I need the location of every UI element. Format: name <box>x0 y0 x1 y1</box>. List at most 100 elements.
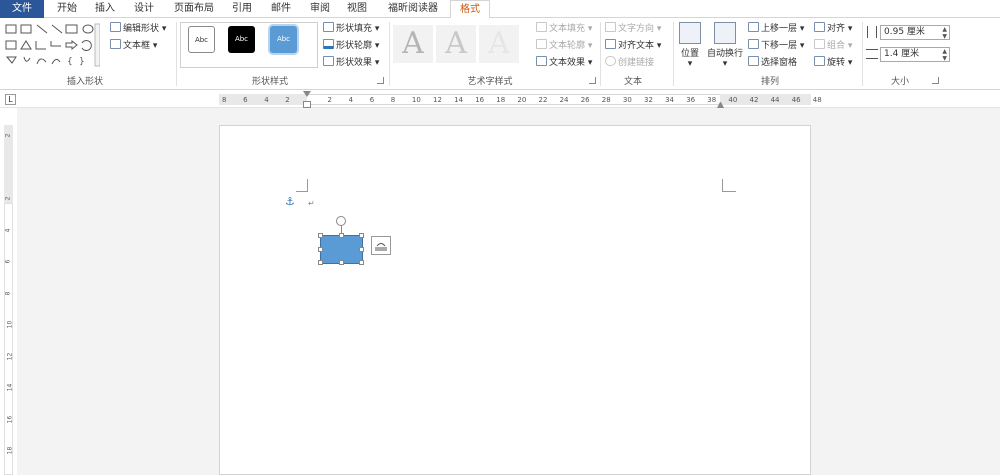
width-input[interactable]: 1.4 厘米 ▲ ▼ <box>880 47 950 62</box>
send-backward-button[interactable]: 下移一层 ▾ <box>748 39 804 53</box>
send-backward-icon <box>748 39 759 49</box>
align-text-icon <box>605 39 616 49</box>
anchor-icon[interactable]: ⚓ <box>285 195 295 208</box>
ruler-tick-label: 22 <box>538 96 548 104</box>
ruler-tick-label: 30 <box>622 96 632 104</box>
shape-fill-button[interactable]: 形状填充 ▾ <box>323 22 379 36</box>
document-page[interactable]: ⚓ ↵ <box>219 125 811 475</box>
tab-design[interactable]: 设计 <box>127 0 161 18</box>
resize-handle[interactable] <box>359 260 364 265</box>
resize-handle[interactable] <box>339 260 344 265</box>
spin-arrows-icon[interactable]: ▲ ▼ <box>942 48 947 62</box>
tab-review[interactable]: 审阅 <box>303 0 337 18</box>
tab-view[interactable]: 视图 <box>340 0 374 18</box>
text-effects-button[interactable]: 文本效果 ▾ <box>536 56 592 70</box>
width-icon <box>866 49 878 59</box>
ruler-tick-label: 16 <box>6 415 14 423</box>
group-label-shape-styles: 形状样式 <box>251 77 288 87</box>
shape-effects-icon <box>323 56 334 66</box>
resize-handle[interactable] <box>339 233 344 238</box>
group-divider <box>673 22 674 86</box>
text-box-button[interactable]: 文本框 ▾ <box>110 39 157 53</box>
ruler-tick-label: 2 <box>285 96 290 104</box>
position-icon <box>679 22 701 44</box>
ribbon-tab-bar: 文件 开始 插入 设计 页面布局 引用 邮件 审阅 视图 福昕阅读器 格式 <box>0 0 1000 19</box>
resize-handle[interactable] <box>318 247 323 252</box>
rotate-button[interactable]: 旋转 ▾ <box>814 56 852 70</box>
tab-insert[interactable]: 插入 <box>88 0 122 18</box>
hanging-indent-icon[interactable] <box>303 101 311 108</box>
first-line-indent-icon[interactable] <box>303 91 311 97</box>
wordart-launcher-icon[interactable] <box>589 77 596 84</box>
wrap-text-button[interactable]: 自动换行 ▾ <box>706 22 744 69</box>
size-launcher-icon[interactable] <box>932 77 939 84</box>
horizontal-ruler[interactable]: L 8 6 4 2 2 4 6 8 10 12 14 16 18 20 22 24 26 28 30 32 34 36 38… <box>0 91 1000 108</box>
resize-handle[interactable] <box>318 233 323 238</box>
shape-style-black[interactable]: Abc <box>228 26 255 53</box>
shape-gallery[interactable]: {} <box>4 22 100 70</box>
svg-text:}: } <box>79 57 85 67</box>
position-button[interactable]: 位置 ▾ <box>678 22 702 69</box>
resize-handle[interactable] <box>359 233 364 238</box>
edit-shape-button[interactable]: 编辑形状 ▾ <box>110 22 166 36</box>
ruler-tick-label: 10 <box>411 96 421 104</box>
bring-forward-icon <box>748 22 759 32</box>
layout-options-button[interactable] <box>371 236 391 255</box>
shape-style-blue[interactable]: Abc <box>270 26 297 53</box>
resize-handle[interactable] <box>359 247 364 252</box>
tab-references[interactable]: 引用 <box>225 0 259 18</box>
ruler-tick-label: 46 <box>791 96 801 104</box>
align-icon <box>814 22 825 32</box>
rotate-icon <box>814 56 825 66</box>
ruler-tick-label: 32 <box>644 96 653 104</box>
shape-styles-launcher-icon[interactable] <box>377 77 384 84</box>
selection-pane-button[interactable]: 选择窗格 <box>748 56 797 70</box>
shape-effects-button[interactable]: 形状效果 ▾ <box>323 56 379 70</box>
margin-corner-top-right <box>722 179 736 192</box>
text-direction-button[interactable]: 文字方向 ▾ <box>605 22 661 36</box>
ruler-tick-label: 2 <box>4 196 12 201</box>
rotate-handle-icon[interactable] <box>336 216 346 226</box>
vertical-ruler[interactable]: 2 2 4 6 8 10 12 14 16 18 <box>0 108 17 475</box>
wrap-text-icon <box>714 22 736 44</box>
wordart-style-2[interactable]: A <box>436 25 476 63</box>
height-input[interactable]: 0.95 厘米 ▲ ▼ <box>880 25 950 40</box>
height-icon <box>867 26 877 38</box>
tab-page-layout[interactable]: 页面布局 <box>166 0 222 18</box>
group-label-wordart: 艺术字样式 <box>467 77 513 87</box>
spin-arrows-icon[interactable]: ▲ ▼ <box>942 26 947 40</box>
resize-handle[interactable] <box>318 260 323 265</box>
text-fill-button[interactable]: 文本填充 ▾ <box>536 22 592 36</box>
wordart-style-1[interactable]: A <box>393 25 433 63</box>
create-link-button[interactable]: 创建链接 <box>605 56 654 70</box>
layout-options-icon <box>375 243 387 251</box>
ruler-tick-label: 10 <box>6 320 14 329</box>
ruler-tick-label: 4 <box>348 96 354 104</box>
text-direction-icon <box>605 22 616 32</box>
selection-pane-icon <box>748 56 759 66</box>
shape-outline-button[interactable]: 形状轮廓 ▾ <box>323 39 379 53</box>
tab-home[interactable]: 开始 <box>50 0 84 18</box>
shape-style-white[interactable]: Abc <box>188 26 215 53</box>
ruler-tick-label: 48 <box>812 96 822 104</box>
group-button[interactable]: 组合 ▾ <box>814 39 852 53</box>
align-text-button[interactable]: 对齐文本 ▾ <box>605 39 661 53</box>
paragraph-mark-icon: ↵ <box>308 199 315 208</box>
tab-file[interactable]: 文件 <box>0 0 44 18</box>
ruler-tick-label: 12 <box>6 352 14 360</box>
text-outline-button[interactable]: 文本轮廓 ▾ <box>536 39 592 53</box>
selected-rectangle-shape[interactable] <box>318 233 364 265</box>
tab-mailings[interactable]: 邮件 <box>264 0 298 18</box>
right-indent-icon[interactable] <box>717 101 724 108</box>
bring-forward-button[interactable]: 上移一层 ▾ <box>748 22 804 36</box>
ruler-tick-label: 6 <box>243 96 248 104</box>
ruler-tick-label: 24 <box>559 96 569 104</box>
tab-selector-icon[interactable]: L <box>5 94 16 105</box>
tab-foxit-reader[interactable]: 福昕阅读器 <box>380 0 446 18</box>
ruler-tick-label: 16 <box>475 96 485 104</box>
tab-format[interactable]: 格式 <box>450 0 490 19</box>
group-divider <box>389 22 390 86</box>
align-button[interactable]: 对齐 ▾ <box>814 22 852 36</box>
ruler-tick-label: 18 <box>6 446 14 455</box>
wordart-style-3[interactable]: A <box>479 25 519 63</box>
